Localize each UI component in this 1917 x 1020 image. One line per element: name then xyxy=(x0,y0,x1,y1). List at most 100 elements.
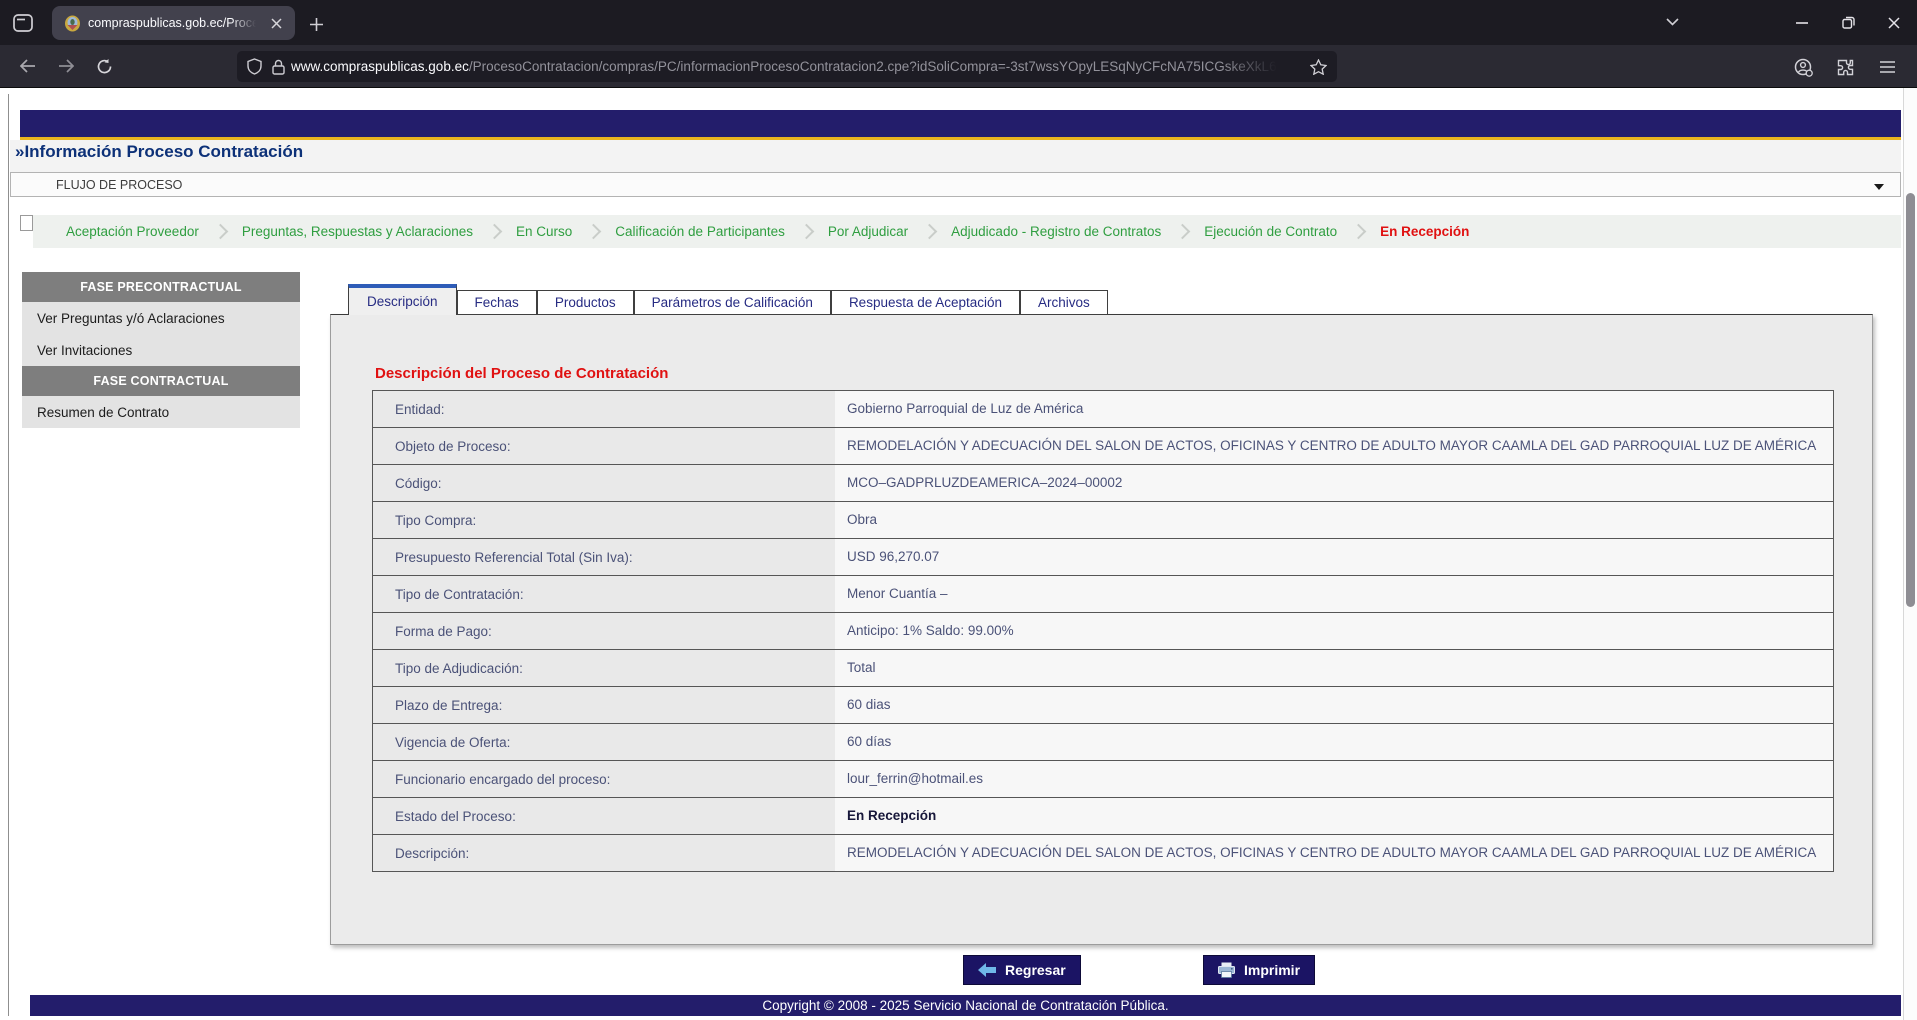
table-row: Tipo de Contratación:Menor Cuantía – xyxy=(373,576,1833,613)
tab-parametros[interactable]: Parámetros de Calificación xyxy=(634,290,831,315)
field-value: MCO–GADPRLUZDEAMERICA–2024–00002 xyxy=(835,465,1833,501)
back-button[interactable] xyxy=(12,50,44,82)
process-flow-label: FLUJO DE PROCESO xyxy=(56,178,182,192)
field-value: Gobierno Parroquial de Luz de América xyxy=(835,391,1833,427)
table-row: Vigencia de Oferta:60 días xyxy=(373,724,1833,761)
bookmark-star-icon[interactable] xyxy=(1310,59,1327,75)
page-title: »Información Proceso Contratación xyxy=(15,142,303,162)
tab-descripcion[interactable]: Descripción xyxy=(348,284,457,315)
chevron-separator-icon xyxy=(1351,224,1367,240)
process-flow-collapsible-bar[interactable]: FLUJO DE PROCESO xyxy=(10,172,1901,197)
regresar-button[interactable]: Regresar xyxy=(963,955,1081,985)
toolbar-right-icons xyxy=(1787,51,1903,83)
extensions-puzzle-icon[interactable] xyxy=(1829,51,1861,83)
footer-bar: Copyright © 2008 - 2025 Servicio Naciona… xyxy=(30,995,1901,1016)
window-controls xyxy=(1779,0,1917,45)
menu-hamburger-icon[interactable] xyxy=(1871,51,1903,83)
regresar-label: Regresar xyxy=(1005,962,1066,978)
field-label: Entidad: xyxy=(373,391,835,427)
table-row: Plazo de Entrega:60 dias xyxy=(373,687,1833,724)
page-content: »Información Proceso Contratación FLUJO … xyxy=(0,88,1917,1020)
printer-icon xyxy=(1218,962,1235,978)
sidebar-item-resumen-contrato[interactable]: Resumen de Contrato xyxy=(22,396,300,428)
field-label: Plazo de Entrega: xyxy=(373,687,835,723)
field-value: USD 96,270.07 xyxy=(835,539,1833,575)
tab-list-chevron-icon[interactable] xyxy=(1657,8,1687,36)
breadcrumb-start-box xyxy=(20,215,33,231)
url-text: www.compraspublicas.gob.ec/ProcesoContra… xyxy=(291,59,1302,74)
field-label: Presupuesto Referencial Total (Sin Iva): xyxy=(373,539,835,575)
dropdown-caret-icon xyxy=(1874,184,1884,190)
step-por-adjudicar[interactable]: Por Adjudicar xyxy=(828,224,908,239)
chevron-separator-icon xyxy=(586,224,602,240)
step-ejecucion[interactable]: Ejecución de Contrato xyxy=(1204,224,1337,239)
sidebar-section-contractual: FASE CONTRACTUAL xyxy=(22,366,300,396)
field-value: 60 días xyxy=(835,724,1833,760)
field-value: REMODELACIÓN Y ADECUACIÓN DEL SALON DE A… xyxy=(835,428,1833,464)
table-row: Objeto de Proceso:REMODELACIÓN Y ADECUAC… xyxy=(373,428,1833,465)
field-value: Obra xyxy=(835,502,1833,538)
table-row: Entidad:Gobierno Parroquial de Luz de Am… xyxy=(373,391,1833,428)
reload-button[interactable] xyxy=(88,50,120,82)
field-value-estado: En Recepción xyxy=(835,798,1833,834)
tracking-shield-icon[interactable] xyxy=(247,58,262,75)
page-scrollbar-thumb[interactable] xyxy=(1906,193,1915,607)
field-value: 60 dias xyxy=(835,687,1833,723)
back-arrow-icon xyxy=(978,963,996,977)
browser-tab[interactable]: compraspublicas.gob.ec/Proces xyxy=(52,6,295,40)
browser-window: compraspublicas.gob.ec/Proces xyxy=(0,0,1917,1020)
imprimir-label: Imprimir xyxy=(1244,962,1300,978)
field-value: REMODELACIÓN Y ADECUACIÓN DEL SALON DE A… xyxy=(835,835,1833,871)
tab-bar: compraspublicas.gob.ec/Proces xyxy=(0,0,1917,45)
field-label: Descripción: xyxy=(373,835,835,871)
chevron-separator-icon xyxy=(487,224,503,240)
field-label: Código: xyxy=(373,465,835,501)
step-preguntas[interactable]: Preguntas, Respuestas y Aclaraciones xyxy=(242,224,473,239)
minimize-button[interactable] xyxy=(1779,0,1825,45)
header-banner xyxy=(20,110,1901,140)
content-tabs: Descripción Fechas Productos Parámetros … xyxy=(348,284,1108,315)
url-bar[interactable]: www.compraspublicas.gob.ec/ProcesoContra… xyxy=(237,51,1337,82)
firefox-view-button[interactable] xyxy=(8,8,38,38)
navigation-toolbar: www.compraspublicas.gob.ec/ProcesoContra… xyxy=(0,45,1917,88)
tab-archivos[interactable]: Archivos xyxy=(1020,290,1108,315)
lock-icon[interactable] xyxy=(272,59,285,75)
table-row: Funcionario encargado del proceso:lour_f… xyxy=(373,761,1833,798)
sidebar-section-precontractual: FASE PRECONTRACTUAL xyxy=(22,272,300,302)
chevron-separator-icon xyxy=(922,224,938,240)
field-value: Menor Cuantía – xyxy=(835,576,1833,612)
tab-close-icon[interactable] xyxy=(265,12,287,34)
step-en-recepcion-current: En Recepción xyxy=(1380,224,1469,239)
table-row: Forma de Pago:Anticipo: 1% Saldo: 99.00% xyxy=(373,613,1833,650)
imprimir-button[interactable]: Imprimir xyxy=(1203,955,1315,985)
table-row: Tipo Compra:Obra xyxy=(373,502,1833,539)
restore-button[interactable] xyxy=(1825,0,1871,45)
page-scrollbar-track[interactable] xyxy=(1903,88,1917,1020)
tab-respuesta[interactable]: Respuesta de Aceptación xyxy=(831,290,1020,315)
copyright-text: Copyright © 2008 - 2025 Servicio Naciona… xyxy=(762,998,1168,1013)
step-adjudicado[interactable]: Adjudicado - Registro de Contratos xyxy=(951,224,1161,239)
close-button[interactable] xyxy=(1871,0,1917,45)
table-row: Tipo de Adjudicación:Total xyxy=(373,650,1833,687)
account-icon[interactable] xyxy=(1787,51,1819,83)
step-en-curso[interactable]: En Curso xyxy=(516,224,572,239)
field-label: Vigencia de Oferta: xyxy=(373,724,835,760)
site-favicon-icon xyxy=(64,15,81,32)
step-calificacion[interactable]: Calificación de Participantes xyxy=(615,224,785,239)
new-tab-button[interactable] xyxy=(303,11,329,37)
field-label: Estado del Proceso: xyxy=(373,798,835,834)
chevron-separator-icon xyxy=(1175,224,1191,240)
page-left-border xyxy=(8,94,9,1016)
tab-productos[interactable]: Productos xyxy=(537,290,634,315)
forward-button[interactable] xyxy=(50,50,82,82)
field-label: Tipo de Adjudicación: xyxy=(373,650,835,686)
field-label: Tipo de Contratación: xyxy=(373,576,835,612)
sidebar-item-ver-invitaciones[interactable]: Ver Invitaciones xyxy=(22,334,300,366)
table-row: Estado del Proceso:En Recepción xyxy=(373,798,1833,835)
tab-fechas[interactable]: Fechas xyxy=(457,290,537,315)
table-row: Presupuesto Referencial Total (Sin Iva):… xyxy=(373,539,1833,576)
step-aceptacion-proveedor[interactable]: Aceptación Proveedor xyxy=(66,224,199,239)
sidebar: FASE PRECONTRACTUAL Ver Preguntas y/ó Ac… xyxy=(22,272,300,428)
sidebar-item-ver-preguntas[interactable]: Ver Preguntas y/ó Aclaraciones xyxy=(22,302,300,334)
chevron-separator-icon xyxy=(213,224,229,240)
